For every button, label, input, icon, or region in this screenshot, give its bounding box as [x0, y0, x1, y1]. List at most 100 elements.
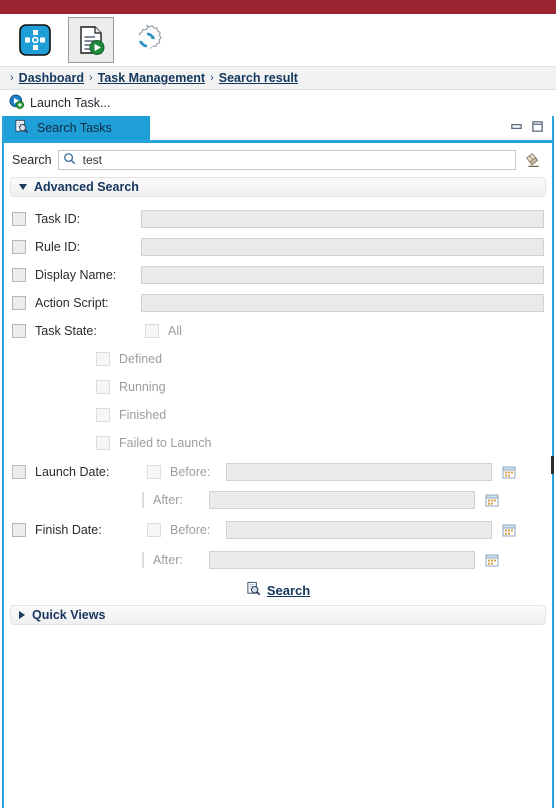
field-row-action-script: Action Script: [12, 289, 544, 317]
finish-after-label: After: [153, 552, 183, 567]
advanced-search-header[interactable]: Advanced Search [10, 177, 546, 197]
main-toolbar [0, 14, 556, 66]
launch-before-input[interactable] [226, 462, 492, 481]
panel-body: Search test Advanced Search Task ID: Rul… [4, 143, 552, 808]
tab-label: Search Tasks [37, 121, 112, 135]
rule-id-input[interactable] [141, 238, 544, 256]
chevron-down-icon [19, 184, 27, 190]
breadcrumb-item-task-management[interactable]: Task Management [98, 71, 205, 85]
task-id-label: Task ID: [35, 212, 81, 226]
task-state-option-defined: Defined [96, 345, 544, 373]
rule-id-label: Rule ID: [35, 240, 81, 254]
finish-before-input[interactable] [226, 520, 492, 539]
task-state-option-finished: Finished [96, 401, 544, 429]
task-id-input[interactable] [141, 210, 544, 228]
display-name-checkbox[interactable] [12, 268, 26, 282]
refresh-gear-button[interactable] [124, 17, 170, 63]
launch-before-checkbox[interactable] [147, 464, 161, 479]
task-state-all-label: All [168, 324, 182, 338]
tab-search-tasks[interactable]: Search Tasks [4, 116, 150, 140]
action-script-checkbox[interactable] [12, 296, 26, 310]
task-state-checkbox[interactable] [12, 324, 26, 338]
task-state-defined-label: Defined [119, 352, 163, 366]
finish-after-input[interactable] [209, 550, 475, 569]
launch-after-checkbox-wrap [142, 491, 144, 508]
field-row-launch-date: Launch Date: Before: [12, 457, 544, 486]
finish-before-checkbox[interactable] [147, 522, 161, 537]
application-title-bar [0, 0, 556, 14]
action-script-label: Action Script: [35, 296, 109, 310]
task-state-label: Task State: [35, 324, 97, 338]
launch-after-label: After: [153, 492, 183, 507]
search-input-wrapper[interactable] [57, 150, 516, 170]
calendar-icon[interactable] [501, 464, 517, 480]
launch-before-label: Before: [170, 464, 211, 479]
chevron-right-icon [19, 611, 25, 619]
tabstrip-filler [150, 116, 510, 140]
breadcrumb: › Dashboard › Task Management › Search r… [0, 66, 556, 90]
breadcrumb-separator: › [88, 72, 93, 84]
advanced-search-form: Task ID: Rule ID: Display Name: Action S… [4, 197, 552, 599]
finish-before-label: Before: [170, 522, 211, 537]
field-row-rule-id: Rule ID: [12, 233, 544, 261]
field-row-task-id: Task ID: [12, 205, 544, 233]
calendar-icon[interactable] [484, 492, 500, 508]
launch-task-toolbar-button[interactable] [68, 17, 114, 63]
search-field-label: Search [12, 153, 52, 167]
task-state-all-checkbox[interactable] [145, 324, 159, 338]
task-state-defined-checkbox[interactable] [96, 352, 110, 366]
launch-task-icon [9, 94, 25, 112]
field-row-finish-date: Finish Date: Before: [12, 513, 544, 546]
quick-views-header[interactable]: Quick Views [10, 605, 546, 625]
magnifier-icon [63, 152, 76, 168]
task-state-option-failed-to-launch: Failed to Launch [96, 429, 544, 457]
breadcrumb-separator: › [10, 72, 14, 84]
task-id-checkbox[interactable] [12, 212, 26, 226]
launch-after-input[interactable] [209, 490, 475, 509]
task-state-running-label: Running [119, 380, 166, 394]
launch-after-checkbox[interactable] [142, 491, 144, 508]
task-state-failed-label: Failed to Launch [119, 436, 212, 450]
task-state-finished-checkbox[interactable] [96, 408, 110, 422]
dashboard-navigator-button[interactable] [12, 17, 58, 63]
display-name-label: Display Name: [35, 268, 117, 282]
finish-date-label: Finish Date: [35, 522, 102, 537]
display-name-input[interactable] [141, 266, 544, 284]
task-state-failed-checkbox[interactable] [96, 436, 110, 450]
search-action-icon [246, 581, 261, 599]
search-tasks-panel: Search Tasks Search test Advanced Search… [2, 116, 554, 808]
search-tasks-icon [14, 119, 29, 137]
search-submit-label[interactable]: Search [267, 583, 310, 598]
maximize-icon[interactable] [531, 120, 544, 136]
panel-window-controls [510, 116, 552, 140]
quick-search-row: Search [4, 143, 552, 175]
field-row-task-state: Task State: All [12, 317, 544, 345]
field-row-finish-after: After: [12, 546, 544, 573]
launch-date-label: Launch Date: [35, 464, 110, 479]
launch-date-checkbox[interactable] [12, 464, 26, 479]
search-submit[interactable]: Search [12, 581, 544, 599]
finish-after-checkbox-wrap [142, 551, 144, 568]
calendar-icon[interactable] [501, 522, 517, 538]
task-state-running-checkbox[interactable] [96, 380, 110, 394]
eraser-icon[interactable] [522, 149, 544, 171]
document-play-icon [74, 23, 108, 57]
navigator-icon [18, 23, 52, 57]
panel-tabstrip: Search Tasks [4, 116, 552, 143]
rule-id-checkbox[interactable] [12, 240, 26, 254]
advanced-search-title: Advanced Search [34, 180, 139, 194]
task-state-finished-label: Finished [119, 408, 167, 422]
launch-task-link[interactable]: Launch Task... [30, 96, 110, 110]
calendar-icon[interactable] [484, 552, 500, 568]
finish-after-checkbox[interactable] [142, 551, 144, 568]
gear-refresh-icon [130, 23, 164, 57]
breadcrumb-item-search-result[interactable]: Search result [219, 71, 298, 85]
action-script-input[interactable] [141, 294, 544, 312]
breadcrumb-item-dashboard[interactable]: Dashboard [19, 71, 84, 85]
finish-date-checkbox[interactable] [12, 522, 26, 537]
minimize-icon[interactable] [510, 120, 523, 136]
field-row-display-name: Display Name: [12, 261, 544, 289]
field-row-launch-after: After: [12, 486, 544, 513]
search-input[interactable] [80, 152, 511, 168]
panel-resize-handle[interactable] [551, 456, 554, 474]
